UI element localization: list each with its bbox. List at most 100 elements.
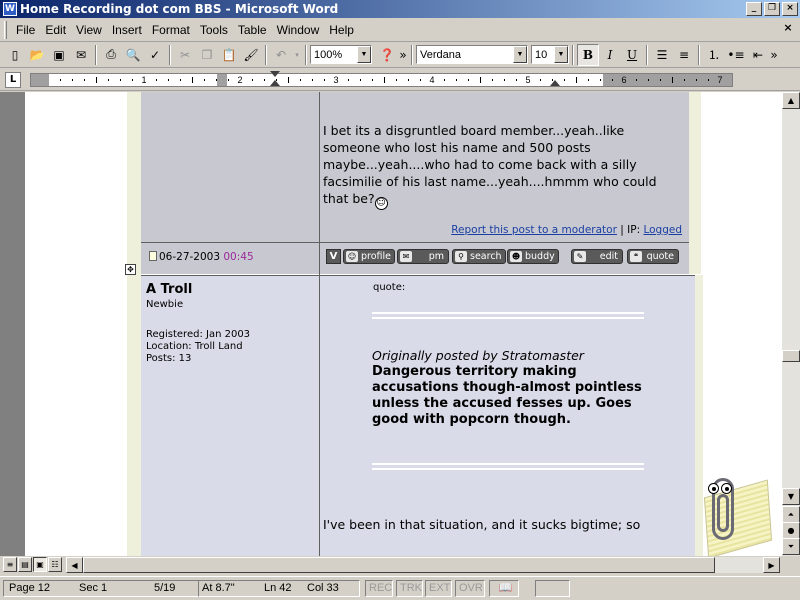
- post-body-text[interactable]: I bet its a disgruntled board member...y…: [323, 122, 673, 210]
- status-trk[interactable]: TRK: [396, 580, 423, 597]
- scroll-left-button[interactable]: ◀: [66, 557, 83, 573]
- print-layout-view-button[interactable]: ▣: [33, 557, 47, 572]
- undo-dropdown-icon[interactable]: ▾: [292, 44, 302, 66]
- font-size-combo[interactable]: 10 ▼: [531, 45, 569, 64]
- scroll-down-button[interactable]: ▼: [782, 488, 800, 505]
- spelling-icon[interactable]: ✓: [144, 44, 166, 66]
- italic-button[interactable]: I: [599, 44, 621, 66]
- ruler-tick: [228, 79, 229, 81]
- reply-text[interactable]: I've been in that situation, and it suck…: [323, 516, 683, 533]
- view-button[interactable]: V: [326, 249, 341, 264]
- menu-view[interactable]: View: [71, 21, 107, 39]
- horizontal-ruler[interactable]: 1 2 3 4 5 6 7: [30, 71, 733, 87]
- pm-button[interactable]: ✉ pm: [397, 249, 449, 264]
- web-layout-view-button[interactable]: ▤: [18, 557, 32, 572]
- menu-insert[interactable]: Insert: [107, 21, 147, 39]
- format-painter-icon[interactable]: 🖌: [240, 44, 262, 66]
- document-close-button[interactable]: ×: [780, 22, 796, 36]
- status-ovr[interactable]: OVR: [455, 580, 485, 597]
- status-page-section[interactable]: Page 12 Sec 1 5/19: [3, 580, 199, 597]
- scroll-right-button[interactable]: ▶: [763, 557, 780, 573]
- edit-button[interactable]: ✎ edit: [571, 249, 623, 264]
- status-ext[interactable]: EXT: [425, 580, 452, 597]
- quote-button[interactable]: ❝ quote: [627, 249, 679, 264]
- close-button[interactable]: ×: [782, 2, 798, 16]
- align-left-icon[interactable]: ☰: [651, 44, 673, 66]
- menu-window[interactable]: Window: [272, 21, 325, 39]
- cut-icon[interactable]: ✂: [174, 44, 196, 66]
- chevron-down-icon[interactable]: ▼: [554, 46, 568, 63]
- table-cell[interactable]: [141, 275, 319, 556]
- numbering-icon[interactable]: ⒈: [703, 44, 725, 66]
- search-button[interactable]: ⚲ search: [452, 249, 506, 264]
- menu-file[interactable]: File: [11, 21, 40, 39]
- chevron-down-icon[interactable]: ▼: [513, 46, 527, 63]
- chevron-down-icon[interactable]: ▼: [357, 46, 371, 63]
- table-outer-border: [127, 92, 141, 538]
- decrease-indent-icon[interactable]: ⇤: [747, 44, 769, 66]
- ruler-tick: [312, 79, 313, 81]
- ruler-number: 1: [141, 75, 147, 85]
- status-page: Page 12: [9, 582, 50, 594]
- menu-table[interactable]: Table: [233, 21, 272, 39]
- report-post-link[interactable]: Report this post to a moderator: [451, 224, 617, 236]
- menu-edit[interactable]: Edit: [40, 21, 71, 39]
- first-line-indent-marker[interactable]: [270, 71, 280, 77]
- office-assistant-clippy[interactable]: [690, 470, 780, 559]
- print-icon[interactable]: ⎙: [100, 44, 122, 66]
- open-folder-icon[interactable]: 📂: [26, 44, 48, 66]
- help-icon[interactable]: ❓: [376, 44, 398, 66]
- table-move-handle-icon[interactable]: ✥: [125, 264, 136, 275]
- ruler-tick: [564, 79, 565, 81]
- previous-page-button[interactable]: ⏶: [782, 506, 800, 523]
- post-author: A Troll: [146, 282, 193, 297]
- menu-format[interactable]: Format: [147, 21, 195, 39]
- ruler-column-marker[interactable]: [217, 74, 227, 86]
- vertical-scrollbar[interactable]: ▲ ▼ ⏶ ● ⏷: [782, 92, 800, 556]
- tab-selector-button[interactable]: L: [5, 72, 21, 88]
- horizontal-scrollbar[interactable]: ◀ ▶: [66, 557, 780, 573]
- status-rec[interactable]: REC: [365, 580, 393, 597]
- document-page[interactable]: I bet its a disgruntled board member...y…: [25, 92, 782, 556]
- ruler-tick: [396, 79, 397, 81]
- bold-button[interactable]: B: [577, 43, 599, 66]
- undo-icon[interactable]: ↶: [270, 44, 292, 66]
- underline-button[interactable]: U: [621, 44, 643, 66]
- new-document-icon[interactable]: ▯: [4, 44, 26, 66]
- ruler-tick: [156, 79, 157, 81]
- font-combo[interactable]: Verdana ▼: [416, 45, 528, 64]
- select-browse-object-button[interactable]: ●: [782, 522, 800, 539]
- menu-help[interactable]: Help: [324, 21, 359, 39]
- menu-tools[interactable]: Tools: [195, 21, 233, 39]
- zoom-combo[interactable]: 100% ▼: [310, 45, 372, 64]
- more-buttons-icon[interactable]: »: [769, 44, 779, 66]
- buddy-button[interactable]: ☻ buddy: [507, 249, 559, 264]
- more-buttons-icon[interactable]: »: [398, 44, 408, 66]
- scroll-up-button[interactable]: ▲: [782, 92, 800, 109]
- email-icon[interactable]: ✉: [70, 44, 92, 66]
- profile-button[interactable]: ☺ profile: [343, 249, 396, 264]
- quote-label: quote: [646, 251, 674, 262]
- normal-view-button[interactable]: ≡: [3, 557, 17, 572]
- quote-rule-bottom: [372, 463, 644, 470]
- word-icon[interactable]: W: [3, 2, 17, 16]
- next-page-button[interactable]: ⏷: [782, 538, 800, 555]
- align-center-icon[interactable]: ≡: [673, 44, 695, 66]
- restore-button[interactable]: ❐: [764, 2, 780, 16]
- menu-grip[interactable]: [4, 20, 7, 39]
- bullets-icon[interactable]: •≡: [725, 44, 747, 66]
- table-cell[interactable]: [141, 92, 319, 242]
- paste-icon[interactable]: 📋: [218, 44, 240, 66]
- outline-view-button[interactable]: ☷: [48, 557, 62, 572]
- status-position[interactable]: At 8.7" Ln 42 Col 33: [198, 580, 360, 597]
- hanging-indent-marker[interactable]: [270, 80, 280, 86]
- ruler-tick: [648, 79, 649, 81]
- vertical-scroll-thumb[interactable]: [782, 350, 800, 362]
- horizontal-scroll-thumb[interactable]: [83, 557, 715, 573]
- save-icon[interactable]: ▣: [48, 44, 70, 66]
- ip-logged-link[interactable]: Logged: [643, 224, 682, 236]
- print-preview-icon[interactable]: 🔍: [122, 44, 144, 66]
- spelling-status-icon[interactable]: 📖: [489, 580, 519, 597]
- minimize-button[interactable]: _: [746, 2, 762, 16]
- copy-icon[interactable]: ❐: [196, 44, 218, 66]
